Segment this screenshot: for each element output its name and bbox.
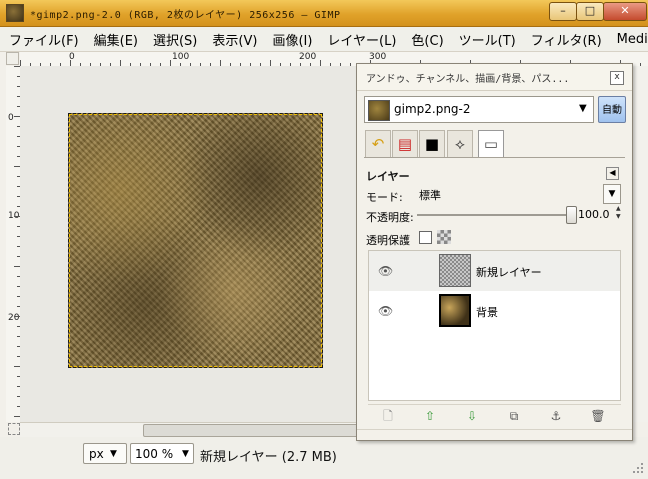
menu-bar: ファイル(F) 編集(E) 選択(S) 表示(V) 画像(I) レイヤー(L) … <box>0 27 648 52</box>
layer-name[interactable]: 背景 <box>476 304 498 320</box>
status-message: 新規レイヤー (2.7 MB) <box>200 450 337 465</box>
vertical-ruler[interactable]: 0 100 200 <box>6 66 21 422</box>
fg-bg-color-icon: ■ <box>424 135 440 153</box>
image-thumbnail-icon <box>6 4 24 22</box>
lower-layer-icon[interactable]: ⇩ <box>464 408 480 424</box>
navigate-icon[interactable] <box>8 423 20 435</box>
image-canvas[interactable] <box>68 113 323 368</box>
layer-row[interactable]: 👁 新規レイヤー <box>369 251 620 291</box>
eye-icon[interactable]: 👁 <box>378 264 393 278</box>
menu-colors[interactable]: 色(C) <box>402 30 449 49</box>
lock-alpha-checkbox[interactable] <box>419 231 432 244</box>
menu-view[interactable]: 表示(V) <box>203 30 263 49</box>
zoom-select[interactable]: 100 % ▼ <box>130 443 194 464</box>
tab-colors[interactable]: ■ <box>419 130 445 157</box>
horizontal-scroll-thumb[interactable] <box>143 424 375 437</box>
menu-select[interactable]: 選択(S) <box>144 30 203 49</box>
menu-layer[interactable]: レイヤー(L) <box>318 30 402 49</box>
menu-image[interactable]: 画像(I) <box>263 30 318 49</box>
ruler-label: 300 <box>369 52 387 62</box>
layers-dock-dialog[interactable]: アンドゥ、チャンネル、描画/背景、パス... x gimp2.png-2 ▼ 自… <box>356 63 633 441</box>
layers-panel-title: レイヤー <box>366 170 410 183</box>
panel-menu-button[interactable]: ◀ <box>606 167 619 180</box>
opacity-label: 不透明度: <box>366 211 414 224</box>
dock-close-button[interactable]: x <box>610 71 624 85</box>
ruler-corner[interactable] <box>6 52 19 65</box>
layer-row[interactable]: 👁 背景 <box>369 291 620 331</box>
delete-layer-icon[interactable]: 🗑 <box>590 408 606 424</box>
chevron-down-icon: ▼ <box>110 449 117 459</box>
window-title: *gimp2.png-2.0 (RGB, 2枚のレイヤー) 256x256 – … <box>30 10 341 21</box>
image-select-value: gimp2.png-2 <box>394 102 471 116</box>
opacity-slider-handle[interactable] <box>566 206 577 224</box>
duplicate-layer-icon[interactable]: ⧉ <box>506 408 522 424</box>
layer-thumbnail <box>439 294 471 327</box>
tab-paths[interactable]: ⟡ <box>447 130 473 157</box>
resize-grip-icon[interactable] <box>628 458 646 476</box>
mode-value: 標準 <box>419 189 441 202</box>
unit-select[interactable]: px ▼ <box>83 443 127 464</box>
chevron-down-icon: ▼ <box>579 103 587 114</box>
anchor-layer-icon[interactable]: ⚓ <box>548 408 564 424</box>
image-select[interactable]: gimp2.png-2 ▼ <box>364 96 594 123</box>
menu-tools[interactable]: ツール(T) <box>450 30 522 49</box>
auto-button[interactable]: 自動 <box>598 96 626 123</box>
opacity-slider[interactable] <box>417 214 572 216</box>
lock-alpha-label: 透明保護 <box>366 234 410 247</box>
image-thumbnail <box>368 100 390 121</box>
layer-thumbnail <box>439 254 471 287</box>
eye-icon[interactable]: 👁 <box>378 304 393 318</box>
mode-label: モード: <box>366 191 403 204</box>
opacity-spin-button[interactable]: ▲ ▼ <box>616 205 624 222</box>
minimize-button[interactable]: – <box>549 2 577 21</box>
chevron-down-icon: ▼ <box>603 184 621 204</box>
layer-buttons-bar: 🗋 ⇧ ⇩ ⧉ ⚓ 🗑 <box>368 404 621 427</box>
undo-icon: ↶ <box>371 135 385 153</box>
close-button[interactable]: ✕ <box>603 2 647 21</box>
menu-media[interactable]: Media <box>608 32 648 47</box>
menu-file[interactable]: ファイル(F) <box>0 30 85 49</box>
opacity-value[interactable]: 100.0 <box>578 208 610 221</box>
mode-select[interactable]: 標準 ▼ <box>417 184 621 204</box>
tab-layers[interactable]: ▭ <box>478 130 504 158</box>
unit-value: px <box>89 447 104 461</box>
paths-icon: ⟡ <box>455 135 465 153</box>
vertical-scrollbar[interactable] <box>632 66 648 422</box>
chevron-down-icon: ▼ <box>182 449 189 459</box>
channels-icon: ▤ <box>397 135 413 153</box>
window-titlebar[interactable]: *gimp2.png-2.0 (RGB, 2枚のレイヤー) 256x256 – … <box>0 0 648 27</box>
menu-edit[interactable]: 編集(E) <box>85 30 144 49</box>
new-layer-icon[interactable]: 🗋 <box>380 408 396 424</box>
tabs-divider <box>364 157 625 158</box>
layers-icon: ▭ <box>483 135 499 153</box>
zoom-value: 100 % <box>135 447 174 461</box>
dock-titlebar[interactable]: アンドゥ、チャンネル、描画/背景、パス... x <box>357 64 632 91</box>
layer-name[interactable]: 新規レイヤー <box>476 264 542 280</box>
checkerboard-icon <box>437 230 451 244</box>
menu-filters[interactable]: フィルタ(R) <box>522 30 608 49</box>
ruler-label: 100 <box>172 52 190 62</box>
dock-title: アンドゥ、チャンネル、描画/背景、パス... <box>366 74 570 85</box>
layers-list[interactable]: 👁 新規レイヤー 👁 背景 <box>368 250 621 401</box>
raise-layer-icon[interactable]: ⇧ <box>422 408 438 424</box>
ruler-label: 200 <box>299 52 317 62</box>
tab-undo[interactable]: ↶ <box>365 130 391 157</box>
dock-divider <box>357 429 632 430</box>
tab-channels[interactable]: ▤ <box>392 130 418 157</box>
maximize-button[interactable]: □ <box>576 2 604 21</box>
